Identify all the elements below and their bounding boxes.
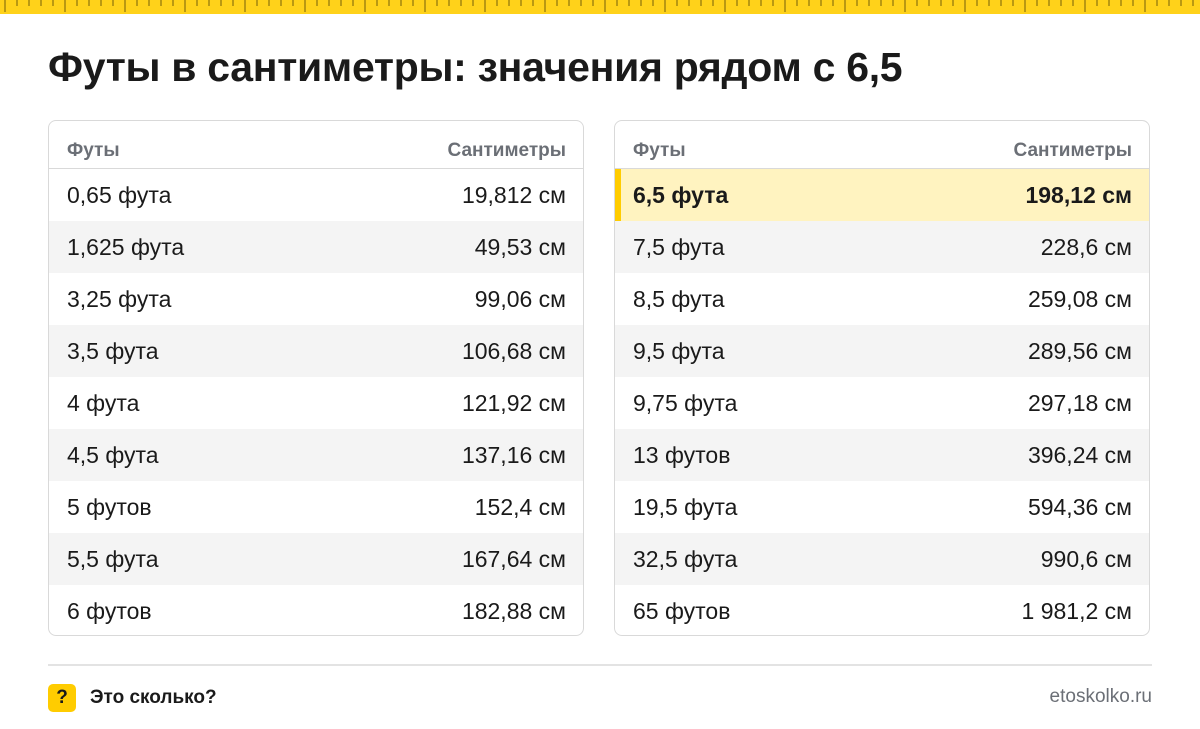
footer-divider	[48, 664, 1152, 666]
table-row: 5,5 фута 167,64 см	[49, 533, 583, 585]
conversion-table-right: Футы Сантиметры 6,5 фута 198,12 см 7,5 фу…	[614, 120, 1150, 636]
cm-value: 198,12 см	[1025, 181, 1132, 208]
table-row: 4,5 фута 137,16 см	[49, 429, 583, 481]
ruler-strip	[0, 0, 1200, 14]
table-row: 3,5 фута 106,68 см	[49, 325, 583, 377]
table-row: 13 футов 396,24 см	[615, 429, 1149, 481]
table-row: 1,625 фута 49,53 см	[49, 221, 583, 273]
feet-value: 3,25 фута	[67, 285, 172, 312]
table-header: Футы Сантиметры	[615, 121, 1149, 169]
table-row: 32,5 фута 990,6 см	[615, 533, 1149, 585]
page-title: Футы в сантиметры: значения рядом с 6,5	[48, 44, 903, 90]
feet-value: 5,5 фута	[67, 545, 159, 572]
table-body: 6,5 фута 198,12 см 7,5 фута 228,6 см 8,5 ф…	[615, 169, 1149, 635]
feet-value: 32,5 фута	[633, 545, 738, 572]
table-row: 65 футов 1 981,2 см	[615, 585, 1149, 635]
table-row: 7,5 фута 228,6 см	[615, 221, 1149, 273]
feet-value: 6,5 фута	[633, 181, 729, 208]
cm-value: 1 981,2 см	[1021, 597, 1132, 624]
cm-value: 594,36 см	[1027, 493, 1132, 520]
brand-name: Это сколько?	[90, 687, 217, 708]
feet-value: 5 футов	[67, 493, 152, 520]
feet-value: 9,5 фута	[633, 337, 725, 364]
feet-value: 19,5 фута	[633, 493, 738, 520]
feet-value: 65 футов	[633, 597, 731, 624]
feet-value: 1,625 фута	[67, 233, 185, 260]
table-row: 0,65 фута 19,812 см	[49, 169, 583, 221]
table-row: 9,75 фута 297,18 см	[615, 377, 1149, 429]
header-feet: Футы	[67, 140, 120, 161]
brand-logo[interactable]: ? Это сколько?	[48, 684, 217, 712]
table-row: 8,5 фута 259,08 см	[615, 273, 1149, 325]
cm-value: 297,18 см	[1027, 389, 1132, 416]
feet-value: 4 фута	[67, 389, 140, 416]
feet-value: 4,5 фута	[67, 441, 159, 468]
header-feet: Футы	[633, 140, 686, 161]
table-header: Футы Сантиметры	[49, 121, 583, 169]
cm-value: 99,06 см	[474, 285, 566, 312]
conversion-table-left: Футы Сантиметры 0,65 фута 19,812 см 1,625…	[48, 120, 584, 636]
cm-value: 121,92 см	[461, 389, 566, 416]
ruler-ticks	[4, 0, 1194, 12]
cm-value: 137,16 см	[461, 441, 566, 468]
table-row: 19,5 фута 594,36 см	[615, 481, 1149, 533]
cm-value: 396,24 см	[1027, 441, 1132, 468]
table-row: 6 футов 182,88 см	[49, 585, 583, 635]
cm-value: 259,08 см	[1027, 285, 1132, 312]
feet-value: 0,65 фута	[67, 181, 172, 208]
table-row-highlighted: 6,5 фута 198,12 см	[615, 169, 1149, 221]
cm-value: 167,64 см	[461, 545, 566, 572]
header-centimeters: Сантиметры	[447, 140, 567, 161]
feet-value: 8,5 фута	[633, 285, 725, 312]
table-row: 3,25 фута 99,06 см	[49, 273, 583, 325]
cm-value: 289,56 см	[1027, 337, 1132, 364]
table-row: 4 фута 121,92 см	[49, 377, 583, 429]
cm-value: 152,4 см	[474, 493, 566, 520]
cm-value: 990,6 см	[1040, 545, 1132, 572]
feet-value: 7,5 фута	[633, 233, 725, 260]
site-url[interactable]: etoskolko.ru	[1050, 686, 1152, 708]
cm-value: 228,6 см	[1040, 233, 1132, 260]
cm-value: 19,812 см	[461, 181, 566, 208]
table-row: 5 футов 152,4 см	[49, 481, 583, 533]
cm-value: 106,68 см	[461, 337, 566, 364]
cm-value: 49,53 см	[474, 233, 566, 260]
header-centimeters: Сантиметры	[1013, 140, 1133, 161]
cm-value: 182,88 см	[461, 597, 566, 624]
table-body: 0,65 фута 19,812 см 1,625 фута 49,53 см 3,…	[49, 169, 583, 635]
question-mark-icon: ?	[48, 684, 76, 712]
feet-value: 6 футов	[67, 597, 152, 624]
feet-value: 13 футов	[633, 441, 731, 468]
table-row: 9,5 фута 289,56 см	[615, 325, 1149, 377]
feet-value: 9,75 фута	[633, 389, 738, 416]
feet-value: 3,5 фута	[67, 337, 159, 364]
